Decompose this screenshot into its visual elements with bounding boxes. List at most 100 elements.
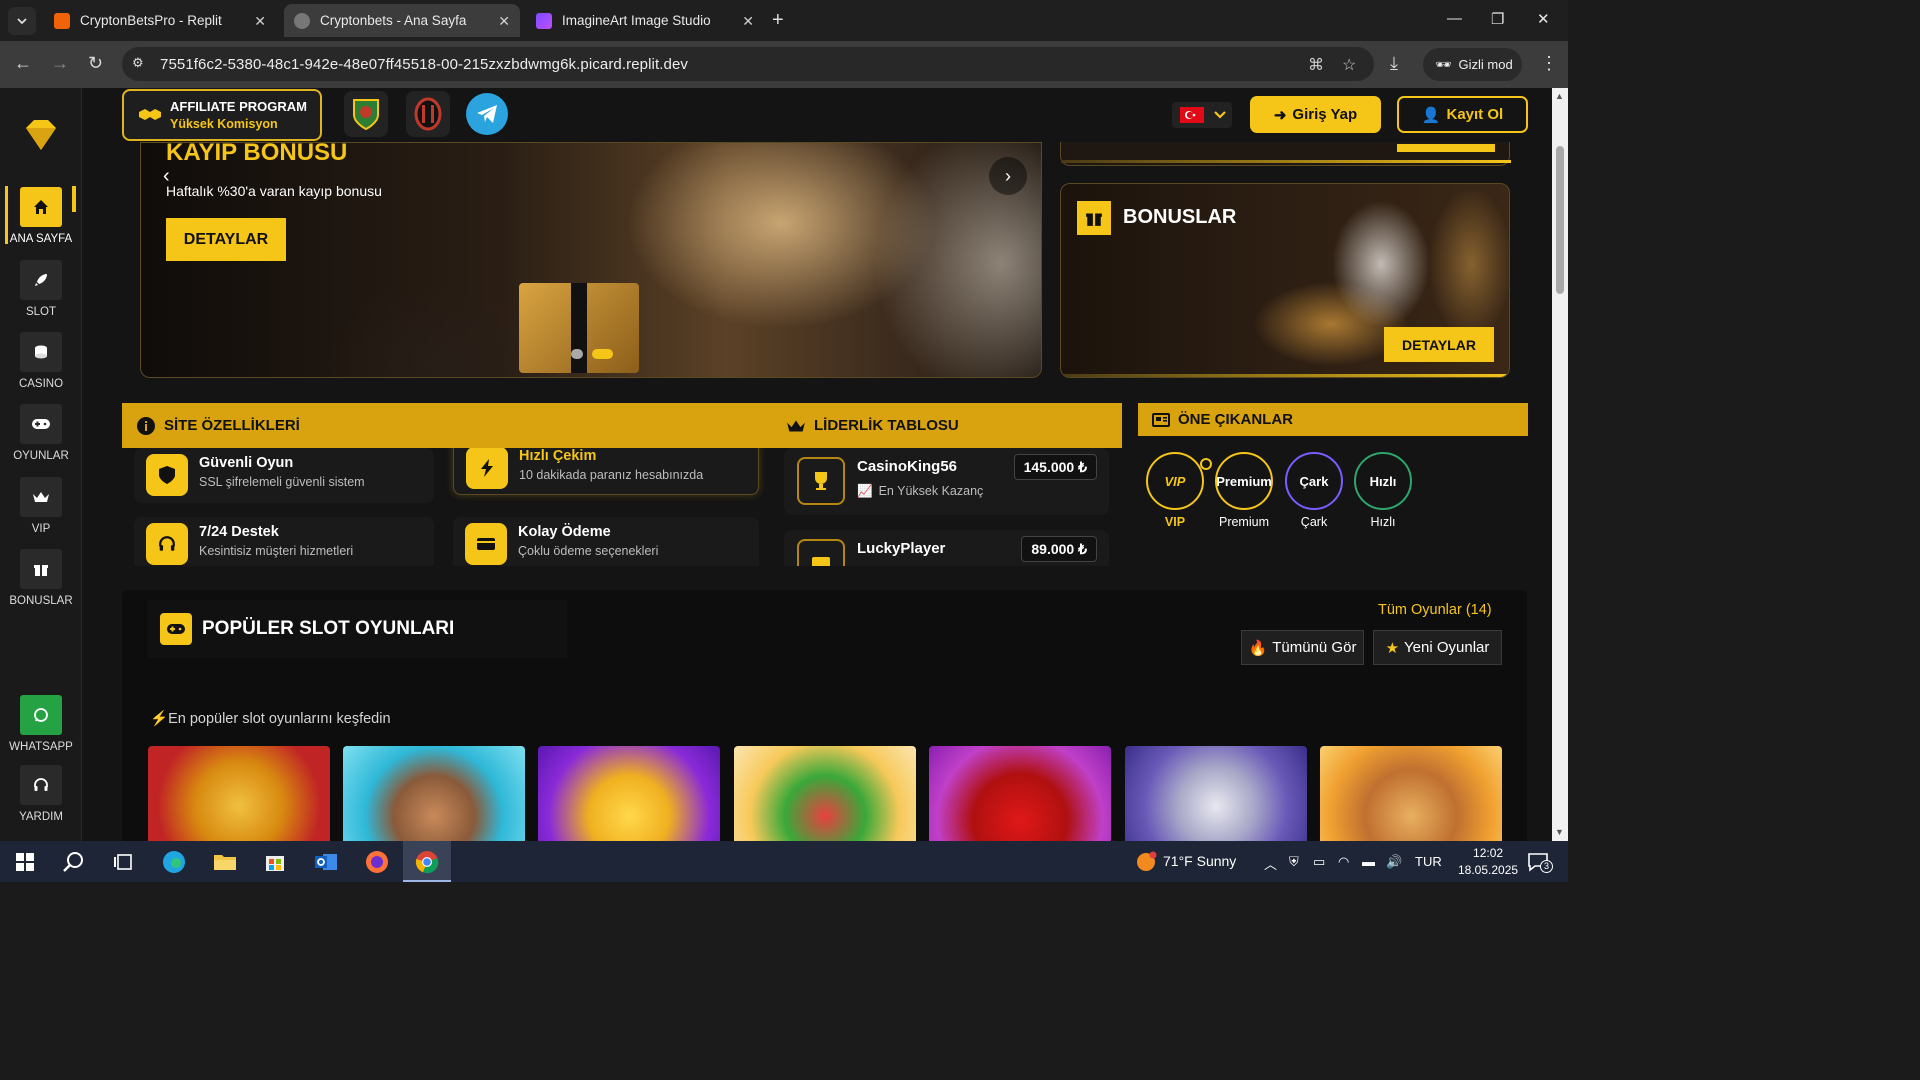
all-games-link[interactable]: Tüm Oyunlar (14) [1378, 602, 1492, 618]
defender-icon[interactable]: ⛨ [1289, 854, 1299, 870]
forward-button[interactable]: → [51, 53, 69, 74]
telegram-button[interactable] [466, 93, 508, 135]
tab-imagineart[interactable]: ImagineArt Image Studio ✕ [526, 4, 764, 37]
tray-chevron-icon[interactable]: ︿ [1264, 854, 1277, 873]
volume-icon[interactable]: 🔊 [1386, 854, 1402, 870]
translate-icon[interactable]: ⌘ [1308, 55, 1324, 75]
sidebar-item-label: WHATSAPP [9, 741, 73, 753]
sidebar: ANA SAYFA SLOT CASINO OYUNLAR VIP BONUSL… [0, 88, 82, 841]
bonus-details-button[interactable]: DETAYLAR [1384, 327, 1494, 362]
scroll-up-arrow[interactable]: ▲ [1555, 91, 1564, 101]
file-explorer-icon[interactable] [212, 849, 238, 875]
slot-game-card[interactable] [734, 746, 916, 841]
sidebar-item-help[interactable]: YARDIM [0, 765, 82, 823]
bonus-card-title: BONUSLAR [1123, 206, 1237, 228]
scroll-down-arrow[interactable]: ▼ [1555, 827, 1564, 837]
leaderboard-entry[interactable]: CasinoKing56 📈 En Yüksek Kazanç 145.000 ₺ [784, 448, 1109, 515]
omnibox[interactable]: ⚙ 7551f6c2-5380-48c1-942e-48e07ff45518-0… [122, 47, 1374, 81]
sidebar-item-slot[interactable]: SLOT [0, 260, 82, 318]
featured-item-vip[interactable]: VIP VIP [1146, 452, 1212, 529]
featured-label: VIP [1164, 515, 1186, 529]
outlook-icon[interactable] [313, 849, 339, 875]
taskbar-clock[interactable]: 12:02 18.05.2025 [1458, 845, 1518, 879]
see-all-button[interactable]: 🔥 Tümünü Gör [1241, 630, 1364, 665]
sidebar-item-bonuses[interactable]: BONUSLAR [0, 549, 82, 607]
device-icon[interactable]: ▭ [1313, 854, 1325, 870]
leader-amount: 145.000 ₺ [1013, 454, 1097, 480]
chevron-left-icon[interactable]: ‹ [163, 165, 170, 188]
battery-icon[interactable]: ▬ [1362, 854, 1375, 869]
minimize-button[interactable]: — [1447, 10, 1462, 27]
hero-details-button[interactable]: DETAYLAR [166, 218, 286, 261]
tab-replit[interactable]: CryptonBetsPro - Replit ✕ [44, 4, 276, 37]
featured-item-wheel[interactable]: Çark Çark [1285, 452, 1343, 529]
wifi-icon[interactable]: ◠ [1338, 854, 1349, 870]
featured-header: ÖNE ÇIKANLAR [1138, 403, 1528, 436]
login-label: Giriş Yap [1292, 106, 1358, 123]
club-badge-milan[interactable] [406, 91, 450, 137]
language-selector[interactable] [1172, 102, 1232, 128]
close-icon[interactable]: ✕ [254, 13, 266, 30]
promo-button-partial[interactable] [1397, 144, 1495, 152]
sidebar-item-whatsapp[interactable]: WHATSAPP [0, 695, 82, 753]
login-button[interactable]: ➜ Giriş Yap [1250, 96, 1381, 133]
download-icon[interactable]: ⤓ [1390, 53, 1398, 74]
site-logo-icon[interactable] [22, 118, 60, 152]
feature-fast-withdraw[interactable]: Hızlı Çekim 10 dakikada paranız hesabını… [453, 448, 759, 495]
store-icon[interactable] [262, 849, 288, 875]
search-icon[interactable] [60, 849, 86, 875]
leaderboard-entry[interactable]: LuckyPlayer 89.000 ₺ [784, 530, 1109, 566]
tab-search-button[interactable] [8, 7, 36, 35]
register-button[interactable]: 👤 Kayıt Ol [1397, 96, 1528, 133]
scrollbar-thumb[interactable] [1556, 146, 1564, 294]
slot-game-card[interactable] [1125, 746, 1307, 841]
feature-secure[interactable]: Güvenli Oyun SSL şifrelemeli güvenli sis… [134, 448, 434, 503]
close-icon[interactable]: ✕ [742, 13, 754, 30]
clock-date: 18.05.2025 [1458, 863, 1519, 877]
site-info-icon[interactable]: ⚙ [132, 55, 150, 73]
slot-game-card[interactable] [343, 746, 525, 841]
affiliate-button[interactable]: AFFILIATE PROGRAM Yüksek Komisyon [122, 89, 322, 141]
chrome-icon[interactable] [414, 849, 440, 875]
page-scrollbar[interactable]: ▲ ▼ [1552, 88, 1568, 841]
windows-start-icon[interactable] [12, 849, 38, 875]
leaderboard-title: LİDERLİK TABLOSU [814, 417, 959, 434]
star-icon: ★ [1385, 639, 1400, 657]
weather-icon[interactable] [1133, 849, 1159, 875]
edge-icon[interactable] [161, 849, 187, 875]
slot-game-card[interactable] [538, 746, 720, 841]
feature-support[interactable]: 7/24 Destek Kesintisiz müşteri hizmetler… [134, 517, 434, 566]
back-button[interactable]: ← [14, 53, 32, 74]
slot-game-card[interactable] [929, 746, 1111, 841]
firefox-icon[interactable] [364, 849, 390, 875]
sidebar-item-games[interactable]: OYUNLAR [0, 404, 82, 462]
featured-label: Premium [1218, 515, 1269, 529]
weather-text[interactable]: 71°F Sunny [1163, 853, 1236, 869]
sidebar-item-vip[interactable]: VIP [0, 477, 82, 535]
close-icon[interactable]: ✕ [498, 13, 510, 30]
window-close-button[interactable]: ✕ [1537, 10, 1550, 28]
slot-game-card[interactable] [148, 746, 330, 841]
chevron-right-icon[interactable]: › [989, 157, 1027, 195]
notification-icon[interactable]: 3 [1525, 849, 1553, 875]
featured-item-fast[interactable]: Hızlı Hızlı [1354, 452, 1412, 529]
task-view-icon[interactable] [110, 849, 136, 875]
featured-item-premium[interactable]: Premium Premium [1215, 452, 1273, 529]
tab-cryptonbets[interactable]: Cryptonbets - Ana Sayfa ✕ [284, 4, 520, 37]
browser-menu-icon[interactable]: ⋮ [1540, 53, 1558, 74]
star-icon[interactable]: ☆ [1342, 55, 1356, 75]
incognito-badge[interactable]: 🕶 Gizli mod [1423, 48, 1522, 81]
club-badge-galatasaray[interactable] [344, 91, 388, 137]
new-tab-button[interactable]: + [772, 9, 784, 32]
maximize-button[interactable]: ❐ [1491, 10, 1504, 28]
sidebar-item-casino[interactable]: CASINO [0, 332, 82, 390]
slot-game-card[interactable] [1320, 746, 1502, 841]
reload-button[interactable]: ↻ [88, 53, 103, 74]
slider-dot[interactable] [571, 349, 583, 359]
url-text[interactable]: 7551f6c2-5380-48c1-942e-48e07ff45518-00-… [160, 56, 688, 73]
language-indicator[interactable]: TUR [1415, 854, 1442, 869]
new-games-button[interactable]: ★ Yeni Oyunlar [1373, 630, 1502, 665]
feature-easy-payment[interactable]: Kolay Ödeme Çoklu ödeme seçenekleri [453, 517, 759, 566]
sidebar-item-home[interactable]: ANA SAYFA [0, 187, 82, 245]
slider-dot-active[interactable] [592, 349, 613, 359]
